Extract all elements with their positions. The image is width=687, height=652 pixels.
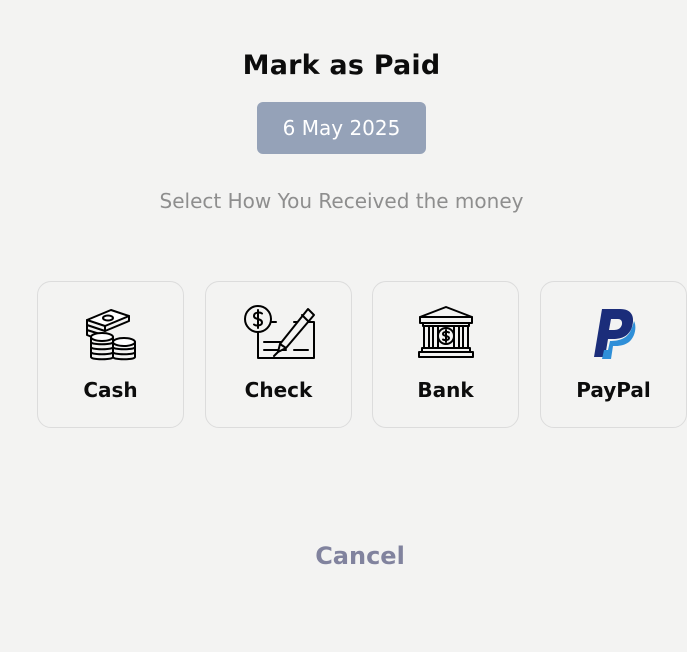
payment-method-check[interactable]: Check	[205, 281, 352, 428]
payment-method-label: Cash	[83, 378, 138, 402]
payment-method-cash[interactable]: Cash	[37, 281, 184, 428]
cancel-button[interactable]: Cancel	[0, 542, 687, 570]
payment-method-bank[interactable]: Bank	[372, 281, 519, 428]
payment-method-label: PayPal	[576, 378, 651, 402]
payment-method-paypal[interactable]: PayPal	[540, 281, 687, 428]
check-icon	[206, 304, 351, 364]
cash-icon	[38, 304, 183, 364]
date-picker-button[interactable]: 6 May 2025	[257, 102, 426, 154]
payment-method-label: Bank	[417, 378, 474, 402]
payment-method-label: Check	[244, 378, 313, 402]
bank-icon	[373, 304, 518, 364]
payment-instruction: Select How You Received the money	[159, 189, 524, 213]
date-label: 6 May 2025	[282, 116, 401, 140]
paypal-icon	[541, 304, 686, 364]
dialog-title: Mark as Paid	[242, 50, 441, 81]
